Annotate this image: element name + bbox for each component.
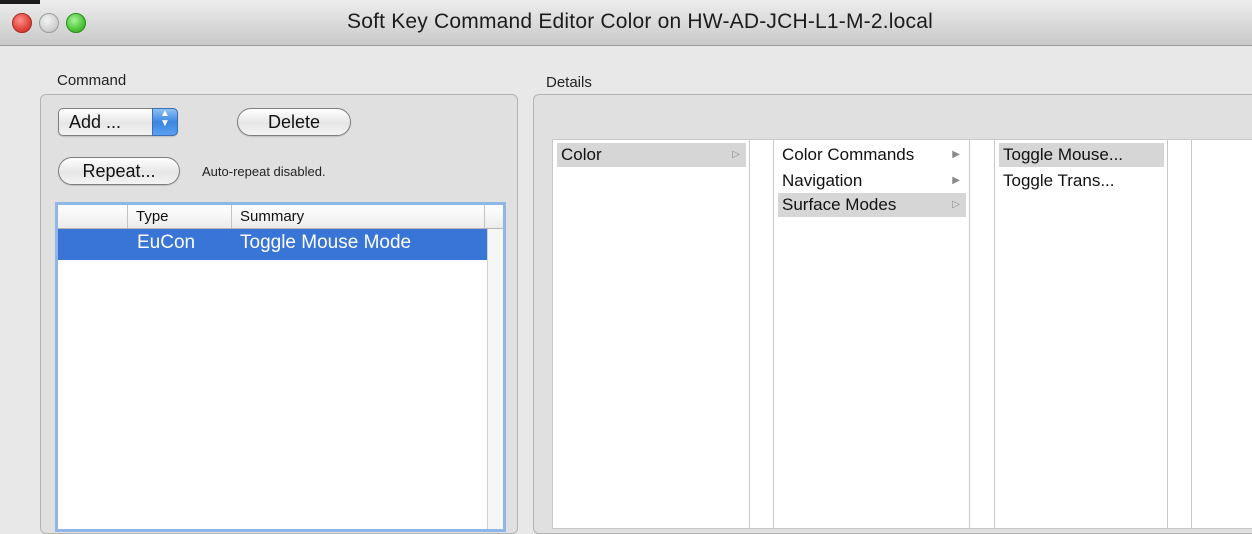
details-column-browser: Color ▷ Color Commands ▶ Navigation ▶ Su…	[552, 139, 1252, 529]
delete-button[interactable]: Delete	[237, 108, 351, 136]
browser-item-navigation[interactable]: Navigation ▶	[778, 169, 966, 193]
add-command-popup[interactable]: Add ... ▲ ▼	[58, 108, 178, 136]
command-table[interactable]: Type Summary EuCon Toggle Mouse Mode	[55, 202, 506, 532]
browser-column-3[interactable]: Toggle Mouse... Toggle Trans...	[995, 140, 1168, 528]
browser-item-label: Navigation	[782, 171, 863, 190]
table-header: Type Summary	[58, 205, 503, 229]
browser-column-2-scroll[interactable]	[970, 140, 995, 528]
browser-item-surface-modes[interactable]: Surface Modes ▷	[778, 193, 966, 217]
browser-item-label: Color Commands	[782, 145, 915, 164]
disclosure-arrow-icon: ▶	[952, 149, 960, 160]
row-summary-cell: Toggle Mouse Mode	[240, 232, 412, 253]
details-section-label: Details	[546, 74, 592, 91]
browser-item-color-commands[interactable]: Color Commands ▶	[778, 143, 966, 167]
browser-item-label: Color	[561, 145, 602, 164]
browser-column-1[interactable]: Color ▷	[553, 140, 750, 528]
browser-column-2[interactable]: Color Commands ▶ Navigation ▶ Surface Mo…	[774, 140, 970, 528]
up-down-arrows-icon: ▲ ▼	[152, 108, 178, 136]
repeat-status-text: Auto-repeat disabled.	[202, 164, 326, 179]
column-header-type[interactable]: Type	[128, 205, 232, 228]
column-header-blank[interactable]	[58, 205, 128, 228]
browser-column-3-scroll[interactable]	[1168, 140, 1192, 528]
disclosure-arrow-icon: ▷	[732, 149, 740, 160]
command-section-label: Command	[57, 72, 127, 89]
browser-column-1-scroll[interactable]	[750, 140, 774, 528]
browser-item-toggle-trans[interactable]: Toggle Trans...	[999, 169, 1164, 193]
column-header-summary[interactable]: Summary	[232, 205, 485, 228]
table-scrollbar[interactable]	[487, 229, 503, 529]
repeat-button[interactable]: Repeat...	[58, 157, 180, 185]
browser-item-label: Surface Modes	[782, 195, 897, 214]
browser-item-label: Toggle Mouse...	[1003, 145, 1124, 164]
browser-item-label: Toggle Trans...	[1003, 171, 1115, 190]
window-title: Soft Key Command Editor Color on HW-AD-J…	[347, 10, 933, 33]
table-row[interactable]: EuCon Toggle Mouse Mode	[58, 229, 487, 260]
row-type-cell: EuCon	[137, 232, 196, 253]
browser-item-color[interactable]: Color ▷	[557, 143, 746, 167]
window-edge	[0, 0, 40, 4]
disclosure-arrow-icon: ▷	[952, 199, 960, 210]
add-command-label: Add ...	[69, 112, 122, 132]
browser-item-toggle-mouse[interactable]: Toggle Mouse...	[999, 143, 1164, 167]
title-bar: Soft Key Command Editor Color on HW-AD-J…	[0, 0, 1252, 46]
disclosure-arrow-icon: ▶	[952, 175, 960, 186]
